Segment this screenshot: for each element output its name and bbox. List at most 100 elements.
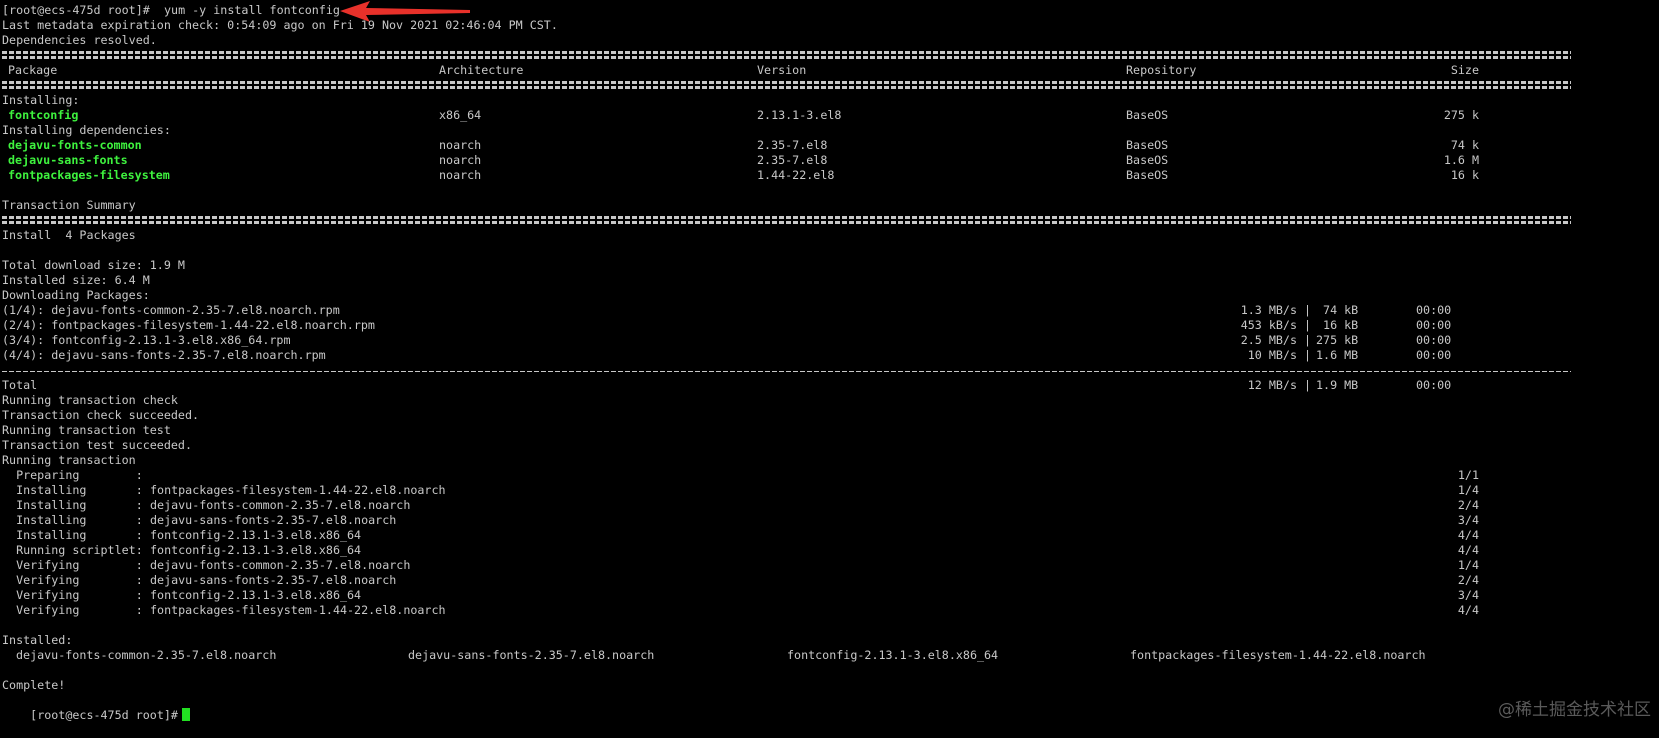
step-row: Installing : fontpackages-filesystem-1.44… xyxy=(2,483,1657,498)
download-time: 00:00 xyxy=(1416,348,1452,362)
step-item: fontconfig-2.13.1-3.el8.x86_64 xyxy=(150,588,362,602)
package-name: dejavu-fonts-common xyxy=(8,138,142,152)
installing-label: Installing: xyxy=(2,93,80,107)
step-item: dejavu-sans-fonts-2.35-7.el8.noarch xyxy=(150,513,397,527)
download-time: 00:00 xyxy=(1416,303,1452,317)
final-prompt-line[interactable]: [root@ecs-475d root]# xyxy=(2,693,1657,722)
text-cursor xyxy=(181,708,190,721)
package-repo: BaseOS xyxy=(1126,168,1169,182)
total-label: Total xyxy=(2,378,38,392)
column-package: Package xyxy=(8,63,58,77)
command-text: yum -y install fontconfig xyxy=(164,3,340,17)
step-row: Installing : dejavu-fonts-common-2.35-7.e… xyxy=(2,498,1657,513)
download-size: 1.6 MB xyxy=(1316,348,1359,362)
package-arch: noarch xyxy=(439,153,482,167)
step-item: fontconfig-2.13.1-3.el8.x86_64 xyxy=(150,528,362,542)
transaction-line: Running transaction xyxy=(2,453,136,467)
download-size: 275 kB xyxy=(1316,333,1359,347)
package-size: 74 k xyxy=(1450,138,1479,152)
package-name: dejavu-sans-fonts xyxy=(8,153,128,167)
package-repo: BaseOS xyxy=(1126,108,1169,122)
download-divider: | xyxy=(1304,303,1312,317)
package-arch: noarch xyxy=(439,138,482,152)
metadata-line: Last metadata expiration check: 0:54:09 … xyxy=(2,18,558,32)
download-divider: | xyxy=(1304,318,1312,332)
step-count: 4/4 xyxy=(1457,543,1479,557)
download-divider: | xyxy=(1304,333,1312,347)
total-size: 1.9 MB xyxy=(1316,378,1359,392)
deps-resolved-line: Dependencies resolved. xyxy=(2,33,157,47)
table-row: dejavu-sans-fonts noarch 2.35-7.el8 Base… xyxy=(2,153,1657,168)
package-size: 1.6 M xyxy=(1443,153,1479,167)
step-item: fontpackages-filesystem-1.44-22.el8.noar… xyxy=(150,483,446,497)
step-item: fontconfig-2.13.1-3.el8.x86_64 xyxy=(150,543,362,557)
step-action: Verifying : xyxy=(2,603,143,617)
step-row: Verifying : fontconfig-2.13.1-3.el8.x86_6… xyxy=(2,588,1657,603)
step-action: Running scriptlet: xyxy=(2,543,143,557)
step-action: Installing : xyxy=(2,513,143,527)
installed-package: dejavu-fonts-common-2.35-7.el8.noarch xyxy=(16,648,277,662)
column-repository: Repository xyxy=(1126,63,1197,77)
step-row: Preparing : 1/1 xyxy=(2,468,1657,483)
step-count: 3/4 xyxy=(1457,513,1479,527)
step-action: Preparing : xyxy=(2,468,143,482)
terminal-window[interactable]: [root@ecs-475d root]# yum -y install fon… xyxy=(2,1,1657,722)
download-speed: 1.3 MB/s xyxy=(1240,303,1297,317)
step-count: 4/4 xyxy=(1457,603,1479,617)
step-row: Verifying : dejavu-fonts-common-2.35-7.el… xyxy=(2,558,1657,573)
total-speed: 12 MB/s xyxy=(1247,378,1297,392)
step-item: dejavu-fonts-common-2.35-7.el8.noarch xyxy=(150,498,411,512)
download-file: (1/4): dejavu-fonts-common-2.35-7.el8.no… xyxy=(2,303,340,317)
transaction-line: Transaction test succeeded. xyxy=(2,438,192,452)
step-action: Installing : xyxy=(2,528,143,542)
step-count: 3/4 xyxy=(1457,588,1479,602)
step-count: 4/4 xyxy=(1457,528,1479,542)
step-row: Running scriptlet: fontconfig-2.13.1-3.el… xyxy=(2,543,1657,558)
download-time: 00:00 xyxy=(1416,318,1452,332)
download-row: (1/4): dejavu-fonts-common-2.35-7.el8.no… xyxy=(2,303,1657,318)
column-version: Version xyxy=(757,63,807,77)
download-size: 74 kB xyxy=(1316,303,1359,317)
summary-title: Transaction Summary xyxy=(2,198,136,212)
complete-message: Complete! xyxy=(2,678,66,692)
table-row: dejavu-fonts-common noarch 2.35-7.el8 Ba… xyxy=(2,138,1657,153)
package-version: 1.44-22.el8 xyxy=(757,168,835,182)
command-line: [root@ecs-475d root]# yum -y install fon… xyxy=(2,1,1657,22)
package-version: 2.35-7.el8 xyxy=(757,138,828,152)
download-speed: 10 MB/s xyxy=(1247,348,1297,362)
download-speed: 453 kB/s xyxy=(1240,318,1297,332)
shell-prompt: [root@ecs-475d root]# xyxy=(2,3,157,17)
total-row: Total 12 MB/s | 1.9 MB 00:00 xyxy=(2,378,1657,393)
step-item: dejavu-sans-fonts-2.35-7.el8.noarch xyxy=(150,573,397,587)
package-name: fontpackages-filesystem xyxy=(8,168,170,182)
installed-package: dejavu-sans-fonts-2.35-7.el8.noarch xyxy=(408,648,655,662)
package-name: fontconfig xyxy=(8,108,79,122)
download-size: Total download size: 1.9 M xyxy=(2,258,185,272)
separator-double xyxy=(2,51,1571,59)
installed-package: fontpackages-filesystem-1.44-22.el8.noar… xyxy=(1130,648,1426,662)
download-file: (4/4): dejavu-sans-fonts-2.35-7.el8.noar… xyxy=(2,348,326,362)
total-time: 00:00 xyxy=(1416,378,1452,392)
transaction-line: Transaction check succeeded. xyxy=(2,408,200,422)
installed-row: dejavu-fonts-common-2.35-7.el8.noarch de… xyxy=(2,648,1657,663)
package-repo: BaseOS xyxy=(1126,138,1169,152)
step-count: 1/4 xyxy=(1457,558,1479,572)
installed-size: Installed size: 6.4 M xyxy=(2,273,150,287)
separator-double xyxy=(2,81,1571,89)
download-row: (4/4): dejavu-sans-fonts-2.35-7.el8.noar… xyxy=(2,348,1657,363)
step-count: 1/4 xyxy=(1457,483,1479,497)
shell-prompt: [root@ecs-475d root]# xyxy=(30,708,178,722)
step-count: 2/4 xyxy=(1457,498,1479,512)
installed-label: Installed: xyxy=(2,633,73,647)
downloading-label: Downloading Packages: xyxy=(2,288,150,302)
download-time: 00:00 xyxy=(1416,333,1452,347)
step-row: Installing : dejavu-sans-fonts-2.35-7.el8… xyxy=(2,513,1657,528)
step-action: Verifying : xyxy=(2,573,143,587)
column-size: Size xyxy=(1450,63,1479,77)
package-repo: BaseOS xyxy=(1126,153,1169,167)
table-row: fontconfig x86_64 2.13.1-3.el8 BaseOS 27… xyxy=(2,108,1657,123)
install-count: Install 4 Packages xyxy=(2,228,136,242)
total-divider: | xyxy=(1304,378,1312,392)
watermark: @稀土掘金技术社区 xyxy=(1498,700,1651,720)
download-divider: | xyxy=(1304,348,1312,362)
